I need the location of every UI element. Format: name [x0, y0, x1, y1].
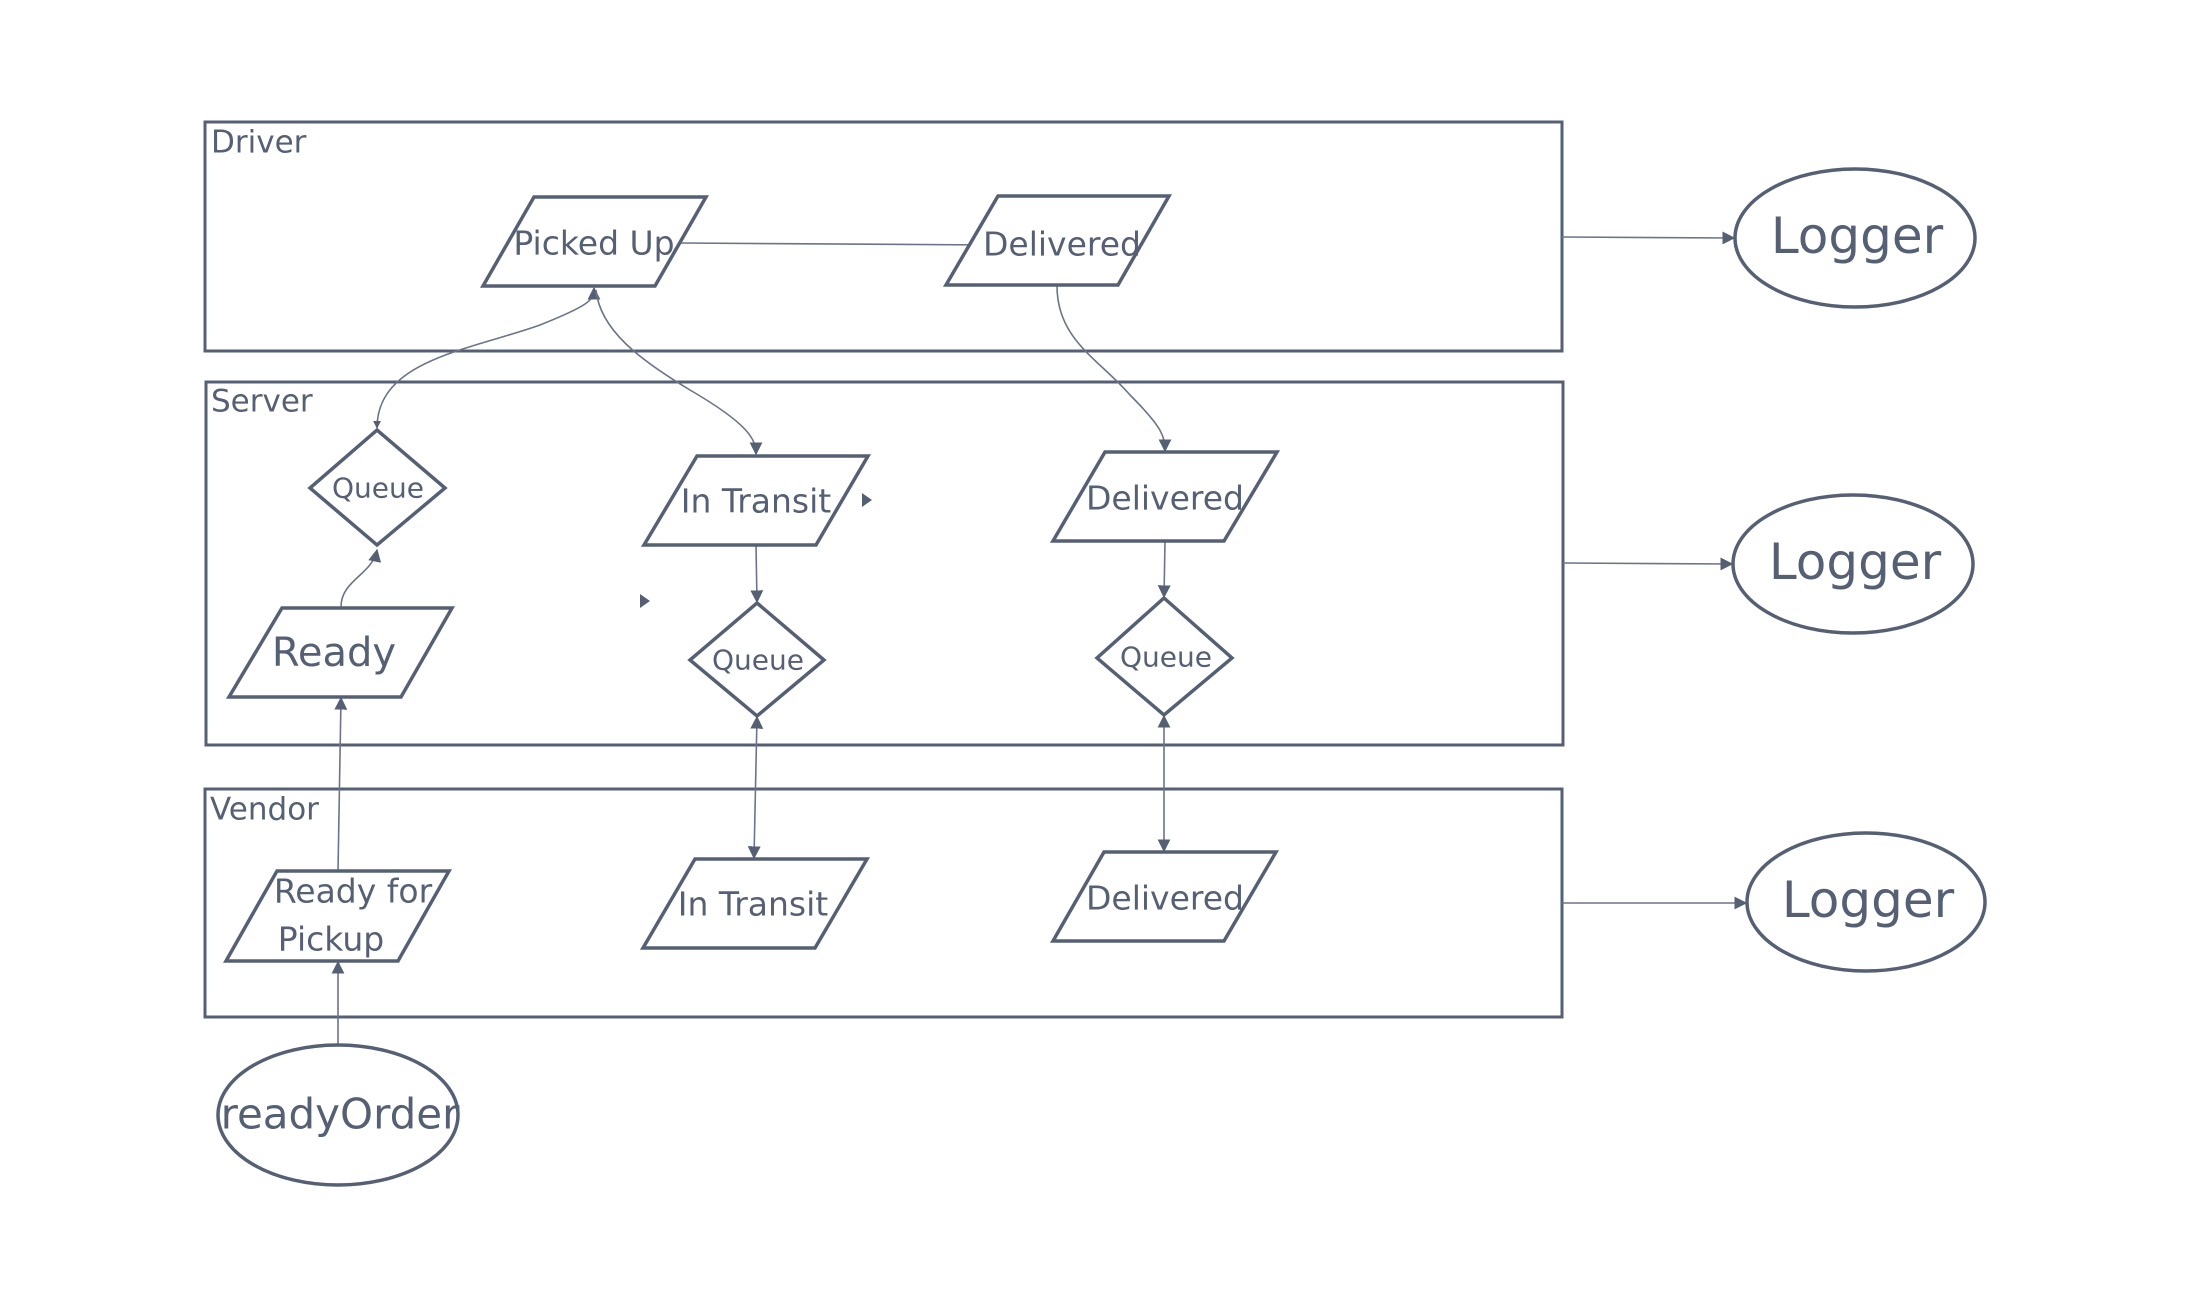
- node-label: Delivered: [1086, 479, 1244, 518]
- lane-driver[interactable]: Driver: [203, 120, 1564, 353]
- node-server-queue-3[interactable]: Queue: [1094, 595, 1235, 718]
- node-label: Delivered: [1086, 879, 1244, 918]
- lane-server-border[interactable]: [204, 380, 1565, 747]
- node-server-queue-1[interactable]: Queue: [307, 427, 448, 548]
- node-label: readyOrder: [221, 1090, 461, 1139]
- node-logger-driver[interactable]: Logger: [1733, 167, 1977, 309]
- node-label: Logger: [1782, 871, 1955, 929]
- edge-ready-to-queue[interactable]: [340, 548, 382, 608]
- edge-driver-to-logger[interactable]: [1561, 231, 1736, 245]
- edge-delivered-to-queue[interactable]: [1157, 540, 1171, 599]
- node-server-delivered[interactable]: Delivered: [1049, 450, 1281, 543]
- node-server-queue-2[interactable]: Queue: [687, 600, 827, 719]
- lane-driver-title: Driver: [211, 124, 307, 160]
- node-driver-picked-up[interactable]: Picked Up: [479, 195, 710, 288]
- lane-server[interactable]: Server: [204, 380, 1565, 747]
- node-label: Queue: [332, 472, 424, 505]
- stray-arrowhead-icon: [640, 594, 650, 608]
- lane-driver-border[interactable]: [203, 120, 1564, 353]
- node-label: Picked Up: [513, 224, 674, 263]
- node-vendor-in-transit[interactable]: In Transit: [639, 857, 871, 950]
- edge-picked-up-to-delivered[interactable]: [679, 238, 992, 252]
- lane-vendor-title: Vendor: [210, 791, 319, 827]
- edge-picked-up-to-in-transit[interactable]: [595, 289, 763, 456]
- node-label-line-1: Ready for: [274, 872, 433, 911]
- node-vendor-ready-for-pickup[interactable]: Ready for Pickup: [222, 869, 453, 963]
- flow-diagram-canvas: Driver Server Vendor Picked Up Delivered…: [203, 120, 1987, 1187]
- stray-arrowhead-icon: [862, 493, 872, 507]
- node-label: Ready: [272, 630, 396, 676]
- node-ready-order[interactable]: readyOrder: [216, 1043, 461, 1187]
- node-label: Logger: [1769, 533, 1942, 591]
- edges: [331, 231, 1748, 1045]
- node-server-in-transit[interactable]: In Transit: [640, 454, 872, 547]
- node-label: In Transit: [681, 482, 832, 521]
- node-server-ready[interactable]: Ready: [225, 606, 456, 699]
- lane-server-title: Server: [211, 383, 313, 419]
- node-label: In Transit: [678, 885, 829, 924]
- edge-delivered-to-server-delivered[interactable]: [1056, 285, 1172, 453]
- node-label: Queue: [1120, 641, 1212, 674]
- node-label: Queue: [712, 644, 804, 677]
- edge-server-to-logger[interactable]: [1562, 557, 1734, 571]
- edge-queue-to-picked-up[interactable]: [373, 286, 601, 429]
- node-logger-server[interactable]: Logger: [1731, 493, 1975, 635]
- node-vendor-delivered[interactable]: Delivered: [1049, 850, 1280, 943]
- edge-in-transit-to-queue[interactable]: [750, 544, 764, 604]
- node-logger-vendor[interactable]: Logger: [1745, 831, 1987, 973]
- node-label: Delivered: [983, 225, 1141, 264]
- node-label: Logger: [1771, 207, 1944, 265]
- edge-ready-for-pickup-to-ready[interactable]: [334, 696, 348, 872]
- node-label-line-2: Pickup: [278, 920, 384, 959]
- node-driver-delivered[interactable]: Delivered: [942, 194, 1173, 287]
